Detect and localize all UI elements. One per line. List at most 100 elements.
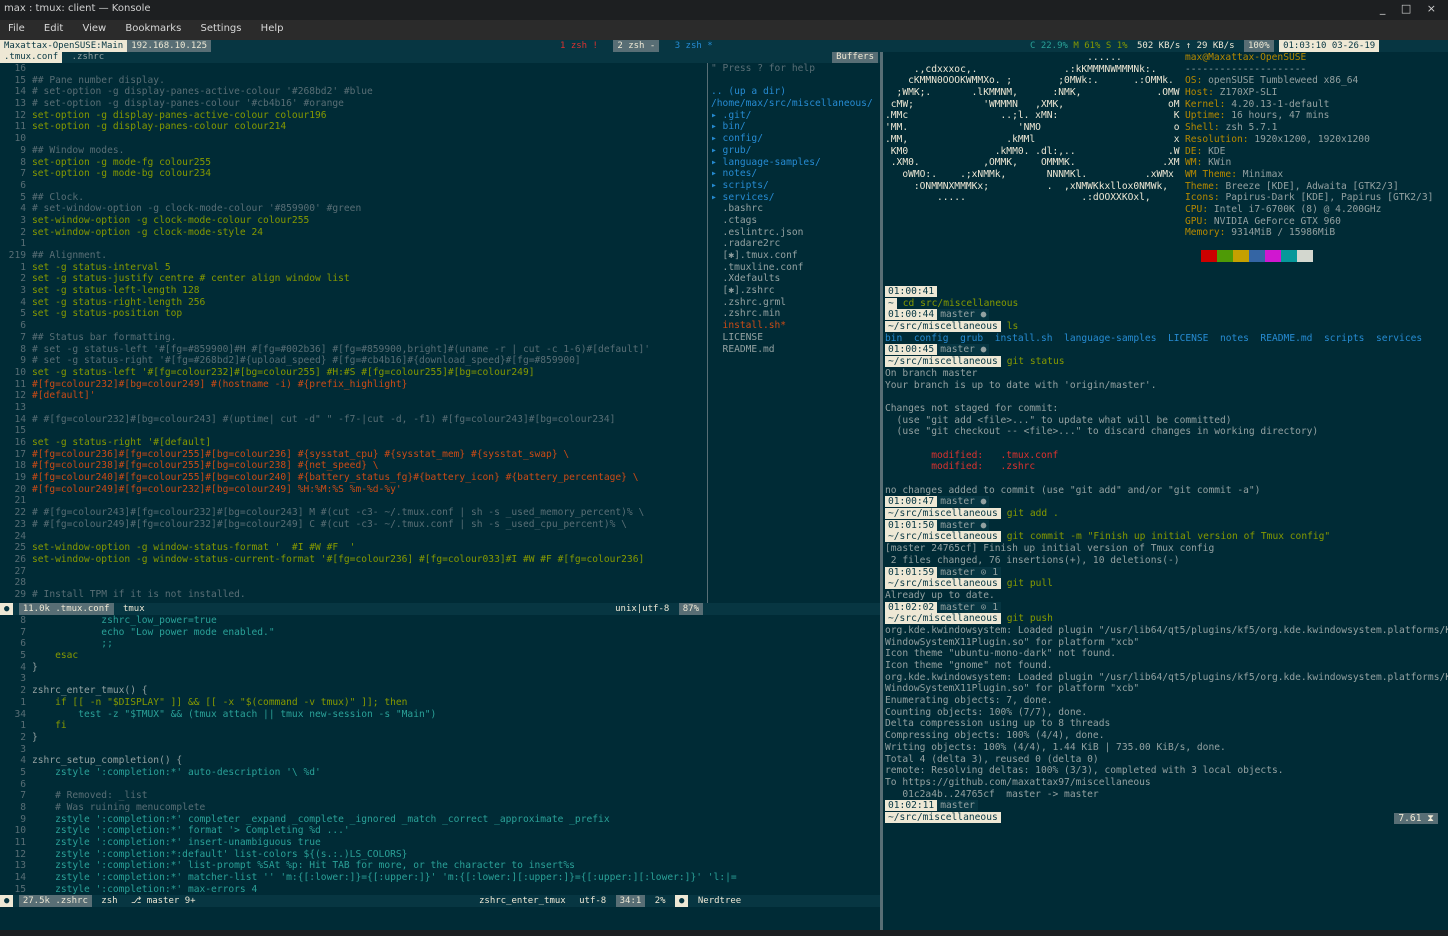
code-line: 5 set -g status-position top	[0, 308, 707, 320]
terminal-line: (use "git checkout -- <file>..." to disc…	[883, 426, 1448, 438]
line-number: 7	[20, 331, 26, 343]
prompt-path: ~	[885, 297, 897, 309]
terminal-line: Delta compression using up to 8 threads	[883, 718, 1448, 730]
menu-view[interactable]: View	[74, 20, 114, 37]
menu-edit[interactable]: Edit	[36, 20, 71, 37]
code-line: 11 zstyle ':completion:*' insert-unambig…	[0, 837, 880, 849]
editor-pane-tmux-conf[interactable]: 16 15 ## Pane number display. 14 # set-optio…	[0, 63, 707, 603]
code-text: esac	[32, 650, 79, 662]
code-text: set-option -g display-panes-colour colou…	[32, 121, 287, 133]
tree-entry[interactable]: ▸ notes/	[709, 168, 880, 180]
line-number: 10	[14, 133, 26, 145]
menu-help[interactable]: Help	[253, 20, 292, 37]
code-line: 8 zshrc_low_power=true	[0, 615, 880, 627]
tree-entry[interactable]: install.sh*	[709, 320, 880, 332]
output-text: Writing objects: 100% (4/4), 1.44 KiB | …	[885, 741, 1226, 753]
tree-entry[interactable]: ▸ language-samples/	[709, 157, 880, 169]
line-number: 3	[20, 285, 26, 297]
info-row: OS: openSUSE Tumbleweed x86_64	[1185, 75, 1359, 87]
prompt-git-branch: master ●	[937, 309, 990, 321]
tree-entry[interactable]: ▸ grub/	[709, 145, 880, 157]
line-number: 10	[14, 825, 26, 837]
tree-entry[interactable]: ▸ config/	[709, 133, 880, 145]
line-number: 9	[20, 144, 26, 156]
line-number: 24	[14, 530, 26, 542]
menu-settings[interactable]: Settings	[192, 20, 249, 37]
tree-entry[interactable]	[709, 75, 880, 87]
line-number: 4	[20, 755, 26, 767]
logo-line: 'MM. 'NMO oMM	[885, 122, 1180, 134]
code-text: if [[ -n "$DISPLAY" ]] && [[ -x "$(comma…	[32, 696, 408, 708]
tree-entry[interactable]: .radare2rc	[709, 238, 880, 250]
terminal-line: remote: Resolving deltas: 100% (3/3), co…	[883, 765, 1448, 777]
terminal-line: On branch master	[883, 368, 1448, 380]
tree-entry[interactable]: ▸ bin/	[709, 121, 880, 133]
code-text: #[fg=colour236]#[fg=colour255]#[bg=colou…	[32, 448, 570, 460]
status-filetype: tmux	[122, 604, 145, 614]
tree-entry[interactable]: .zshrc.grml	[709, 297, 880, 309]
status-file-size: 11.0k .tmux.conf	[18, 603, 114, 615]
tree-entry[interactable]: [✱].zshrc	[709, 285, 880, 297]
buffers-label: Buffers	[832, 52, 878, 63]
prompt-time: 01:02:11	[885, 800, 938, 812]
prompt-path: ~/src/miscellaneous	[885, 578, 1001, 590]
code-text: set-option -g mode-fg colour255	[32, 156, 212, 168]
info-value: NVIDIA GeForce GTX 960	[1213, 215, 1341, 227]
terminal-line: bin config grub install.sh language-samp…	[883, 333, 1448, 345]
tree-entry[interactable]: README.md	[709, 344, 880, 356]
tree-entry[interactable]: .tmuxline.conf	[709, 262, 880, 274]
code-line: 25 set-window-option -g window-status-for…	[0, 542, 707, 554]
info-key: Host	[1185, 87, 1209, 99]
editor-pane-zshrc[interactable]: 8 zshrc_low_power=true 7 echo "Low power …	[0, 615, 880, 895]
nerdtree-panel[interactable]: " Press ? for help .. (up a dir)/home/max…	[709, 63, 880, 603]
code-text: # Was ruining menucomplete	[32, 802, 206, 813]
tmux-window-2[interactable]: 2 zsh -	[613, 40, 660, 52]
code-line: 14 # #[fg=colour232]#[bg=colour243] #(upt…	[0, 414, 707, 426]
terminal-line: 01:00:41	[883, 286, 1448, 298]
neofetch-info: max@Maxattax-OpenSUSE ------------------…	[1185, 52, 1445, 239]
tree-entry[interactable]: .bashrc	[709, 203, 880, 215]
menu-file[interactable]: File	[0, 20, 33, 37]
tree-entry[interactable]: .Xdefaults	[709, 273, 880, 285]
tmux-session: Maxattax-OpenSUSE:Main	[0, 40, 128, 52]
menu-bookmarks[interactable]: Bookmarks	[117, 20, 189, 37]
tmux-window-1[interactable]: 1 zsh !	[556, 40, 602, 52]
tree-entry[interactable]: /home/max/src/miscellaneous/	[709, 98, 880, 110]
tree-entry[interactable]: .zshrc.min	[709, 308, 880, 320]
tree-entry[interactable]: ▸ .git/	[709, 110, 880, 122]
mode-indicator-2: ●	[0, 895, 14, 907]
prompt-time: 01:00:47	[885, 496, 938, 508]
line-number: 13	[14, 98, 26, 110]
tree-entry[interactable]: .eslintrc.json	[709, 227, 880, 239]
status-file-size-2: 27.5k .zshrc	[18, 895, 92, 907]
line-number: 4	[20, 203, 26, 215]
info-key: Shell	[1185, 122, 1214, 134]
line-number: 16	[14, 63, 26, 74]
code-text: # #[fg=colour232]#[bg=colour243] #(uptim…	[32, 413, 616, 425]
terminal-line: no changes added to commit (use "git add…	[883, 485, 1448, 497]
tab-tmux-conf[interactable]: .tmux.conf	[0, 52, 63, 63]
code-text: zstyle ':completion:*:default' list-colo…	[32, 848, 408, 860]
output-text: no changes added to commit (use "git add…	[885, 484, 1261, 496]
code-line: 17 #[fg=colour236]#[fg=colour255]#[bg=col…	[0, 449, 707, 461]
info-row: Host: Z170XP-SLI	[1185, 87, 1278, 99]
window-controls[interactable]: _ □ ×	[1380, 2, 1442, 15]
tab-zshrc[interactable]: .zshrc	[68, 52, 109, 63]
code-line: 13	[0, 402, 707, 414]
line-number: 7	[20, 168, 26, 180]
tree-entry[interactable]: ▸ services/	[709, 192, 880, 204]
code-text: ## Window modes.	[32, 144, 125, 156]
terminal-pane[interactable]: ...... .,cdxxxoc,. .:kKMMMNWMMMNk:. cKMM…	[883, 52, 1448, 930]
tree-entry[interactable]: " Press ? for help	[709, 63, 880, 75]
neofetch-userhost: max@Maxattax-OpenSUSE	[1185, 52, 1307, 63]
tree-entry[interactable]: .. (up a dir)	[709, 86, 880, 98]
info-row: WM Theme: Minimax	[1185, 168, 1284, 180]
line-number: 3	[20, 743, 26, 755]
tree-entry[interactable]: .ctags	[709, 215, 880, 227]
tree-entry[interactable]: [✱].tmux.conf	[709, 250, 880, 262]
tree-entry[interactable]: LICENSE	[709, 332, 880, 344]
tmux-window-3[interactable]: 3 zsh *	[671, 40, 717, 52]
code-line: 10 zstyle ':completion:*' format '> Comp…	[0, 825, 880, 837]
tree-entry[interactable]: ▸ scripts/	[709, 180, 880, 192]
code-line: 5 esac	[0, 650, 880, 662]
